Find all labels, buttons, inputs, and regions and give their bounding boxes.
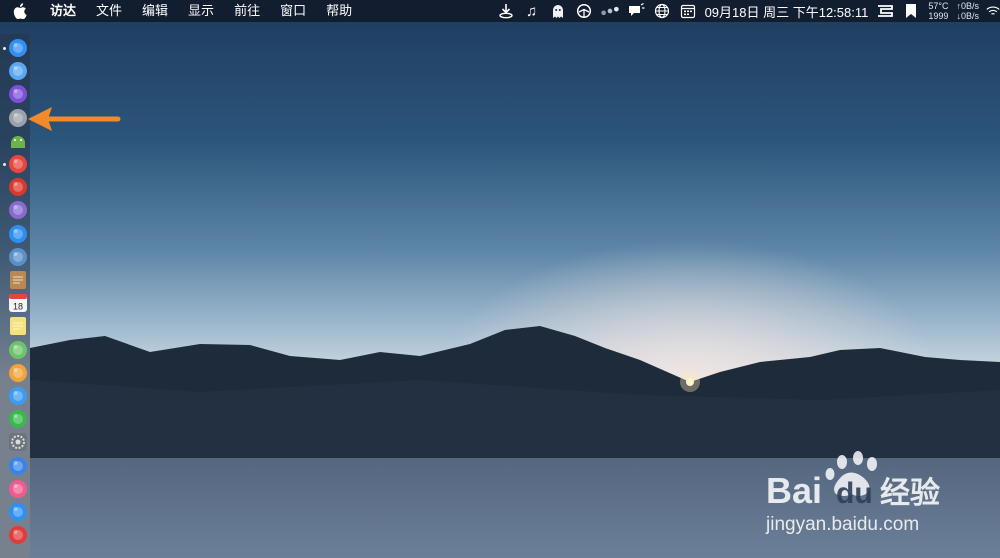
screen-mirror-icon[interactable] [875,0,895,22]
menu-bar: 访达 文件 编辑 显示 前往 窗口 帮助 ♫ 09月18日 周三 下午12:58… [0,0,1000,22]
chrome-icon [9,155,27,173]
safari-alt-icon [9,62,27,80]
watermark-brand-du: du [836,477,873,510]
messages-icon [9,387,27,405]
menu-window[interactable]: 窗口 [270,0,316,22]
safari-icon [9,225,27,243]
dock-item-system-preferences[interactable] [8,432,28,452]
dock-item-facetime[interactable] [8,409,28,429]
android-studio-icon [11,136,25,148]
wifi-icon[interactable] [986,0,1000,22]
watermark-url: jingyan.baidu.com [765,514,919,535]
app-purple-icon [9,201,27,219]
dock-item-keynote[interactable] [8,456,28,476]
menu-help[interactable]: 帮助 [316,0,362,22]
notes-icon [10,317,26,335]
bookmark-icon[interactable] [901,0,921,22]
dock-item-itunes[interactable] [8,479,28,499]
dock-item-siri[interactable] [8,84,28,104]
photos-icon [9,364,27,382]
calendar-day: 18 [13,302,23,312]
menu-view[interactable]: 显示 [178,0,224,22]
dock-item-notes-brown[interactable] [8,270,28,290]
dock-item-app-store[interactable] [8,502,28,522]
dock-item-android-studio[interactable] [8,131,28,151]
calendar-icon[interactable] [678,0,698,22]
dock-item-finder[interactable] [8,38,28,58]
dock-item-preview[interactable] [8,247,28,267]
dock-item-calendar[interactable]: 18 [8,293,28,313]
download-icon[interactable] [496,0,516,22]
cpu-monitor[interactable]: 57°C 1999 [928,1,948,21]
baidu-jingyan-watermark: Bai du 经验 jingyan.baidu.com [765,451,940,535]
menu-app-name[interactable]: 访达 [40,0,86,22]
dock-item-safari-alt[interactable] [8,61,28,81]
siri-icon [9,85,27,103]
dock-item-app-red[interactable] [8,177,28,197]
preview-icon [9,248,27,266]
ghost-icon[interactable] [548,0,568,22]
dock-item-app-purple[interactable] [8,200,28,220]
app-store-icon [9,503,27,521]
itunes-icon [9,480,27,498]
music-note-icon[interactable]: ♫ [522,0,542,22]
finder-icon [9,39,27,57]
apple-icon[interactable] [0,0,40,22]
notification-icon[interactable] [626,0,646,22]
annotation-arrow [28,107,121,131]
running-indicator [3,163,6,166]
maps-icon [9,341,27,359]
dock-item-vivaldi[interactable] [8,525,28,545]
dock-item-maps[interactable] [8,340,28,360]
calendar-icon: 18 [9,294,27,312]
download-speed: ↓0B/s [956,11,979,21]
dock-item-photos[interactable] [8,363,28,383]
vivaldi-icon [9,526,27,544]
status-area: ♫ 09月18日 周三 下午12:58:11 57°C 1999 ↑0B/s ↓… [493,0,1000,22]
upload-speed: ↑0B/s [956,1,979,11]
dock-item-launchpad[interactable] [8,108,28,128]
dock-item-chrome[interactable] [8,154,28,174]
dots-icon[interactable] [600,0,620,22]
app-red-icon [9,178,27,196]
fan-speed: 1999 [928,11,949,21]
dock-item-messages[interactable] [8,386,28,406]
system-preferences-icon [9,433,27,451]
notes-brown-icon [10,271,26,289]
network-speed[interactable]: ↑0B/s ↓0B/s [956,1,979,21]
cpu-temperature: 57°C [928,1,949,11]
launchpad-icon [9,109,27,127]
dock-item-notes[interactable] [8,316,28,336]
watermark-brand-bai: Bai [766,470,822,511]
menu-go[interactable]: 前往 [224,0,270,22]
clock[interactable]: 09月18日 周三 下午12:58:11 [705,2,869,21]
dock-item-safari[interactable] [8,224,28,244]
keynote-icon [9,457,27,475]
watermark-brand-cn: 经验 [880,476,940,511]
globe-icon[interactable] [652,0,672,22]
menu-file[interactable]: 文件 [86,0,132,22]
running-indicator [3,47,6,50]
facetime-icon [9,410,27,428]
network-icon[interactable] [574,0,594,22]
menu-edit[interactable]: 编辑 [132,0,178,22]
